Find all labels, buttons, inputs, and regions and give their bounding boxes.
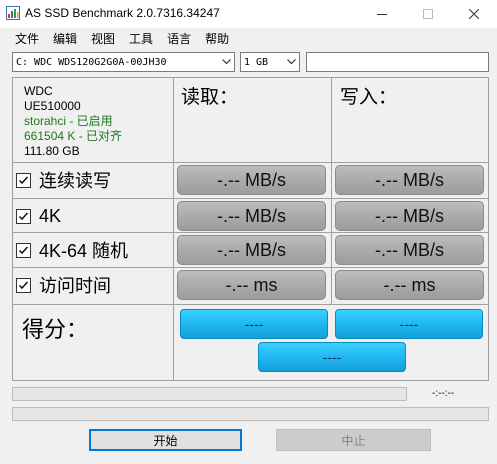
4k-64-read-result[interactable]: -.-- MB/s — [177, 235, 326, 265]
sequential-read-result[interactable]: -.-- MB/s — [177, 165, 326, 195]
total-score[interactable]: ---- — [258, 342, 406, 372]
maximize-icon — [423, 9, 433, 19]
grid-divider — [12, 198, 489, 199]
checkmark-icon — [18, 211, 29, 220]
4k-write-result[interactable]: -.-- MB/s — [335, 201, 484, 231]
checkmark-icon — [18, 175, 29, 184]
4k-label: 4K — [39, 205, 62, 226]
drive-driver-status: storahci - 已启用 — [24, 114, 113, 128]
row-access-time: 访问时间 — [16, 268, 111, 302]
menu-language[interactable]: 语言 — [160, 29, 198, 49]
checkmark-icon — [18, 280, 29, 289]
minimize-button[interactable] — [359, 0, 405, 28]
menu-view[interactable]: 视图 — [84, 29, 122, 49]
chevron-down-icon — [218, 53, 234, 71]
window-title: AS SSD Benchmark 2.0.7316.34247 — [25, 6, 220, 20]
drive-select[interactable]: C: WDC WDS120G2G0A-00JH30 — [12, 52, 235, 72]
4k-64-write-result[interactable]: -.-- MB/s — [335, 235, 484, 265]
drive-select-value: C: WDC WDS120G2G0A-00JH30 — [16, 56, 167, 68]
close-button[interactable] — [451, 0, 497, 28]
test-size-select[interactable]: 1 GB — [240, 52, 300, 72]
drive-info: WDC UE510000 storahci - 已启用 661504 K - 已… — [24, 84, 122, 159]
test-size-value: 1 GB — [244, 56, 269, 68]
menu-edit[interactable]: 编辑 — [46, 29, 84, 49]
elapsed-time: -:--:-- — [432, 388, 455, 399]
drive-vendor: WDC — [24, 84, 53, 98]
sequential-label: 连续读写 — [39, 171, 111, 191]
chart-icon — [6, 6, 20, 20]
access-time-read-result[interactable]: -.-- ms — [177, 270, 326, 300]
sequential-write-result[interactable]: -.-- MB/s — [335, 165, 484, 195]
grid-divider — [331, 77, 332, 305]
chevron-down-icon — [283, 53, 299, 71]
menu-bar: 文件 编辑 视图 工具 语言 帮助 — [0, 28, 497, 50]
menu-help[interactable]: 帮助 — [198, 29, 236, 49]
grid-divider — [173, 77, 174, 381]
drive-alignment-status: 661504 K - 已对齐 — [24, 129, 123, 143]
stop-button[interactable]: 中止 — [276, 429, 431, 451]
write-score[interactable]: ---- — [335, 309, 483, 339]
sequential-checkbox[interactable] — [16, 172, 31, 188]
drive-firmware: UE510000 — [24, 99, 81, 113]
grid-divider — [12, 304, 489, 305]
progress-bar — [12, 387, 407, 401]
4k-checkbox[interactable] — [16, 208, 31, 224]
4k-read-result[interactable]: -.-- MB/s — [177, 201, 326, 231]
overall-progress-bar — [12, 407, 489, 421]
access-time-checkbox[interactable] — [16, 277, 31, 293]
start-button[interactable]: 开始 — [89, 429, 242, 451]
menu-file[interactable]: 文件 — [8, 29, 46, 49]
close-icon — [469, 9, 479, 19]
4k-64-label: 4K-64 随机 — [39, 241, 129, 261]
maximize-button[interactable] — [405, 0, 451, 28]
row-4k-64: 4K-64 随机 — [16, 233, 128, 267]
score-label: 得分： — [22, 318, 89, 343]
menu-tools[interactable]: 工具 — [122, 29, 160, 49]
checkmark-icon — [18, 245, 29, 254]
row-sequential: 连续读写 — [16, 163, 111, 197]
access-time-write-result[interactable]: -.-- ms — [335, 270, 484, 300]
access-time-label: 访问时间 — [39, 276, 111, 296]
read-column-header: 读取： — [181, 86, 239, 108]
extra-input[interactable] — [306, 52, 489, 72]
read-score[interactable]: ---- — [180, 309, 328, 339]
4k-64-checkbox[interactable] — [16, 242, 31, 258]
row-4k: 4K — [16, 199, 61, 233]
drive-capacity: 111.80 GB — [24, 144, 80, 158]
write-column-header: 写入： — [340, 86, 398, 108]
minimize-icon — [377, 14, 387, 15]
